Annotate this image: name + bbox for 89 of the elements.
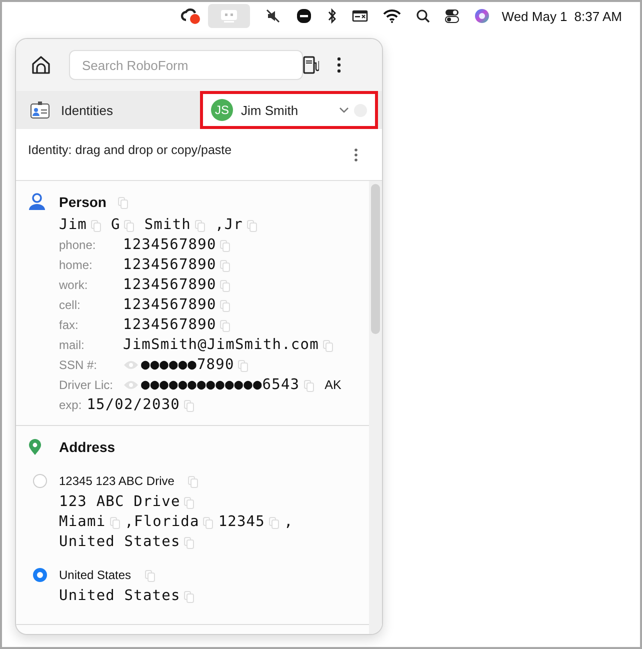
identity-selector[interactable]: JS Jim Smith: [200, 91, 378, 129]
section-label: Identities: [61, 102, 114, 118]
bluetooth-icon[interactable]: [326, 8, 337, 24]
section-title: Person: [59, 194, 106, 210]
field-value: 1234567890: [123, 297, 216, 313]
field-value: Miami: [59, 514, 106, 530]
home-icon[interactable]: [31, 55, 51, 75]
copy-icon[interactable]: [268, 517, 279, 529]
field-label: fax:: [59, 318, 78, 332]
copy-icon[interactable]: [322, 340, 333, 352]
copy-icon[interactable]: [110, 517, 120, 529]
field-label: phone:: [59, 238, 96, 252]
field-value: 1234567890: [123, 277, 216, 293]
copy-icon[interactable]: [184, 497, 194, 509]
scrollbar[interactable]: [369, 181, 382, 634]
copy-icon[interactable]: [203, 517, 214, 529]
copy-icon[interactable]: [220, 240, 230, 252]
field-label: Driver Lic:: [59, 378, 114, 392]
field-value: 15/02/2030: [86, 397, 180, 413]
field-value: 1234567890: [123, 257, 216, 273]
separator-text: ,: [284, 514, 294, 530]
field-value: G: [111, 217, 120, 233]
field-value: Smith: [144, 217, 191, 233]
copy-icon[interactable]: [184, 591, 194, 603]
menu-bar-time[interactable]: 8:37 AM: [574, 8, 622, 24]
scrollbar-thumb[interactable]: [371, 184, 380, 334]
hint-text: Identity: drag and drop or copy/paste: [28, 143, 232, 157]
separator-text: ,: [124, 514, 134, 530]
copy-icon[interactable]: [220, 260, 230, 272]
copy-icon[interactable]: [220, 280, 230, 292]
copy-icon[interactable]: [247, 220, 258, 232]
address-title: 12345 123 ABC Drive: [59, 474, 174, 488]
section-title: Address: [59, 439, 116, 455]
roboform-menu-button[interactable]: [208, 4, 250, 28]
identity-name: Jim Smith: [241, 102, 300, 118]
more-vertical-icon[interactable]: [337, 57, 341, 73]
copy-icon[interactable]: [195, 220, 205, 232]
field-value: Florida: [134, 514, 200, 530]
copy-icon[interactable]: [304, 380, 314, 392]
field-value: Jim: [59, 217, 87, 233]
copy-icon[interactable]: [184, 537, 194, 549]
creative-cloud-icon[interactable]: [180, 7, 202, 25]
eye-icon[interactable]: [123, 360, 139, 370]
field-value: ●●●●●●●●●●●●●6543: [141, 377, 300, 393]
map-pin-icon: [28, 438, 42, 456]
field-label: home:: [59, 258, 92, 272]
eye-icon[interactable]: [123, 380, 139, 390]
copy-icon[interactable]: [118, 197, 128, 209]
field-value: Jr: [224, 217, 244, 233]
address-title: United States: [59, 568, 132, 582]
window-icon[interactable]: [352, 9, 368, 23]
field-value: 12345: [218, 514, 265, 530]
toggle-switches-icon[interactable]: [444, 9, 459, 23]
chevron-down-icon: [339, 107, 349, 113]
field-label: mail:: [59, 338, 84, 352]
radio-button[interactable]: [33, 474, 47, 488]
search-field[interactable]: Search RoboForm: [69, 50, 303, 80]
copy-icon[interactable]: [220, 320, 230, 332]
separator-text: ,: [215, 217, 224, 233]
copy-icon[interactable]: [124, 220, 134, 232]
field-value: United States: [59, 534, 180, 550]
radio-button[interactable]: [33, 568, 47, 582]
field-value: United States: [59, 588, 180, 604]
id-card-icon: [30, 101, 50, 119]
avatar-initials: JS: [211, 99, 233, 121]
field-value: ●●●●●●7890: [141, 357, 234, 373]
copy-icon[interactable]: [145, 570, 156, 582]
field-label: SSN #:: [59, 358, 98, 372]
search-icon[interactable]: [416, 9, 430, 23]
field-label: work:: [59, 278, 88, 292]
color-orb-icon[interactable]: [474, 8, 490, 24]
fuel-pump-icon[interactable]: [303, 56, 319, 74]
field-value: 123 ABC Drive: [59, 494, 180, 510]
state-code: AK: [324, 378, 342, 392]
speaker-muted-icon[interactable]: [264, 8, 281, 24]
field-label: exp:: [59, 398, 82, 412]
field-value: JimSmith@JimSmith.com: [123, 337, 319, 353]
copy-icon[interactable]: [91, 220, 101, 232]
person-icon: [28, 193, 46, 211]
robot-face-icon: [220, 9, 238, 23]
copy-icon[interactable]: [220, 300, 230, 312]
field-label: cell:: [59, 298, 80, 312]
copy-icon[interactable]: [188, 476, 198, 488]
field-value: 1234567890: [123, 237, 216, 253]
wifi-icon[interactable]: [382, 9, 401, 23]
menu-bar-date[interactable]: Wed May 1: [502, 8, 568, 24]
copy-icon[interactable]: [184, 400, 194, 412]
copy-icon[interactable]: [238, 360, 248, 372]
field-value: 1234567890: [123, 317, 216, 333]
